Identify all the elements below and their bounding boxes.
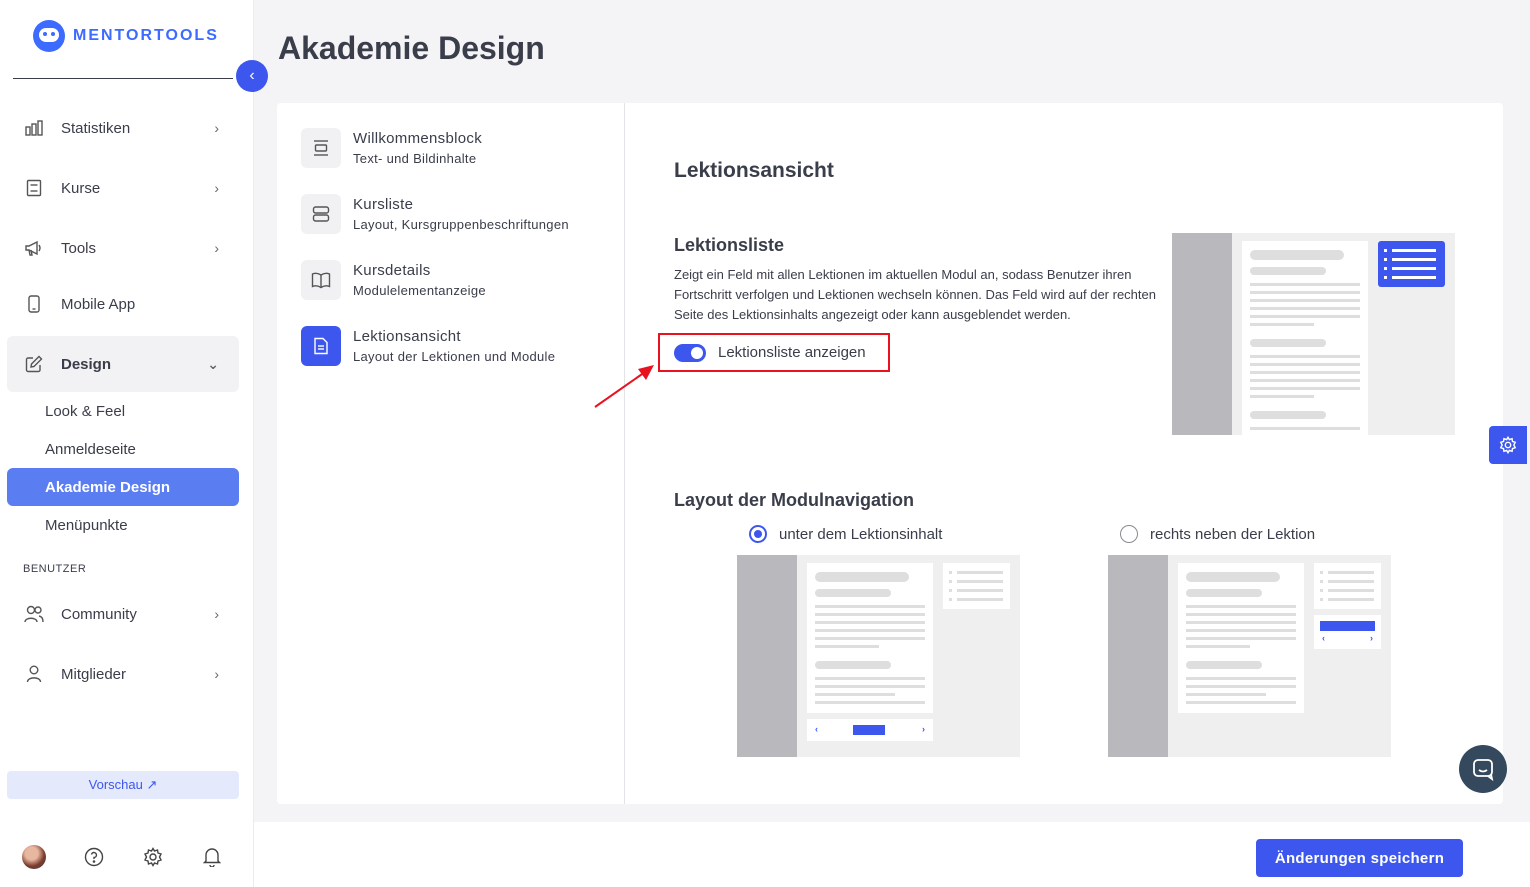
edit-icon [24,354,44,374]
lektionsliste-description: Zeigt ein Feld mit allen Lektionen im ak… [674,267,1156,322]
chevron-right-icon: › [214,180,219,196]
sidebar-sub-akademie-design[interactable]: Akademie Design [7,468,239,506]
layout-right-illustration[interactable]: ‹ › [1108,555,1391,757]
settings-card: Willkommensblock Text- und Bildinhalte K… [277,103,1503,804]
sidebar-item-kurse[interactable]: Kurse › [7,160,239,216]
gear-icon[interactable] [142,846,164,868]
sidebar-item-statistiken[interactable]: Statistiken › [7,100,239,156]
option-below-label: unter dem Lektionsinhalt [779,525,943,543]
save-changes-button[interactable]: Änderungen speichern [1256,839,1463,877]
robot-logo-icon [33,20,65,52]
sidebar-item-label: Tools [61,239,97,257]
section-title: Lektionsansicht [674,159,834,182]
annotation-arrow-icon [594,365,654,408]
chevron-down-icon: ⌄ [207,355,219,372]
toggle-label: Lektionsliste anzeigen [718,344,866,361]
menu-entry-kursliste[interactable]: Kursliste Layout, Kursgruppenbeschriftun… [301,194,569,234]
menu-entry-subtitle: Layout der Lektionen und Module [353,349,556,364]
toggle-highlight-box: Lektionsliste anzeigen [658,333,890,372]
avatar[interactable] [22,845,46,869]
sidebar-item-label: Statistiken [61,119,131,137]
menu-entry-lektionsansicht[interactable]: Lektionsansicht Layout der Lektionen und… [301,326,555,366]
logo-divider [13,78,233,79]
menu-entry-title: Kursliste [353,196,414,213]
lektionsliste-toggle[interactable] [674,343,706,362]
option-right-label: rechts neben der Lektion [1150,525,1316,543]
user-icon [24,664,44,684]
sidebar-item-label: Community [61,605,137,623]
sidebar-sub-menuepunkte[interactable]: Menüpunkte [7,506,239,544]
menu-entry-title: Kursdetails [353,262,431,279]
help-icon[interactable] [83,846,105,868]
collapse-sidebar-button[interactable]: ‹ [236,60,268,92]
chevron-right-icon: › [214,120,219,136]
sidebar-item-label: Mitglieder [61,665,127,683]
menu-entry-subtitle: Layout, Kursgruppenbeschriftungen [353,217,569,232]
sidebar-item-label: Design [61,355,112,373]
layout-title: Layout der Modulnavigation [674,490,915,510]
sidebar-item-mobile-app[interactable]: Mobile App [7,276,239,332]
sidebar-item-design[interactable]: Design ⌄ [7,336,239,392]
menu-entry-willkommensblock[interactable]: Willkommensblock Text- und Bildinhalte [301,128,482,168]
sidebar-item-label: Kurse [61,179,101,197]
sidebar-footer [22,845,223,869]
megaphone-icon [24,238,44,258]
chat-button[interactable] [1459,745,1507,793]
menu-entry-subtitle: Text- und Bildinhalte [353,151,477,166]
settings-fab[interactable] [1489,426,1527,464]
brand-name: MENTORTOOLS [73,27,219,44]
chevron-right-icon: › [214,666,219,682]
menu-entry-kursdetails[interactable]: Kursdetails Modulelementanzeige [301,260,486,300]
phone-icon [24,294,44,314]
radio-unselected[interactable] [1120,525,1138,543]
lektionsliste-title: Lektionsliste [674,235,785,255]
document-icon [301,326,341,366]
chat-icon [1473,759,1494,781]
chevron-right-icon: › [214,240,219,256]
bell-icon[interactable] [201,846,223,868]
bar-chart-icon [24,118,44,138]
layout-below-illustration[interactable]: ‹ › [737,555,1020,757]
menu-entry-title: Lektionsansicht [353,328,461,345]
sidebar-item-tools[interactable]: Tools › [7,220,239,276]
preview-button[interactable]: Vorschau ↗ [7,771,239,799]
card-divider [624,103,625,804]
option-below-lesson[interactable]: unter dem Lektionsinhalt [749,525,942,543]
option-right-of-lesson[interactable]: rechts neben der Lektion [1120,525,1315,543]
gear-icon [1499,436,1517,454]
chevron-right-icon: › [214,606,219,622]
layers-icon [301,194,341,234]
open-book-icon [301,260,341,300]
sidebar-sub-look-feel[interactable]: Look & Feel [7,392,239,430]
sidebar-item-community[interactable]: Community › [7,586,239,642]
book-icon [24,178,44,198]
section-label-benutzer: BENUTZER [23,563,87,575]
menu-entry-title: Willkommensblock [353,130,482,147]
menu-entry-subtitle: Modulelementanzeige [353,283,486,298]
sidebar-item-mitglieder[interactable]: Mitglieder › [7,646,239,702]
align-center-icon [301,128,341,168]
sidebar-item-label: Mobile App [61,295,136,313]
users-icon [24,604,44,624]
chevron-left-icon: ‹ [249,67,255,84]
sidebar: MENTORTOOLS Statistiken › Kurse › Tools … [0,0,254,887]
lesson-list-illustration [1172,233,1455,435]
sidebar-sub-anmeldeseite[interactable]: Anmeldeseite [7,430,239,468]
brand-logo[interactable]: MENTORTOOLS [33,20,219,52]
page-title: Akademie Design [278,30,545,66]
radio-selected[interactable] [749,525,767,543]
